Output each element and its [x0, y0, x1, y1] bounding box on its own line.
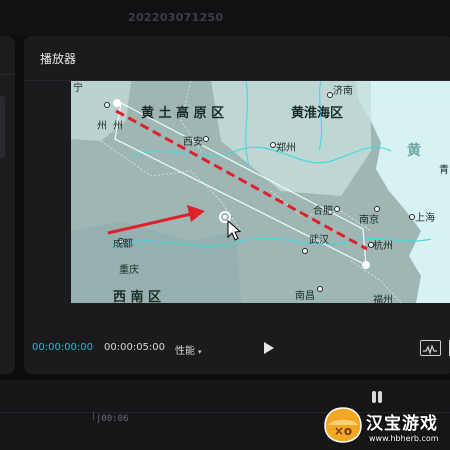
city-label-jinan: 济南	[333, 84, 353, 97]
city-label-wuhan: 武汉	[309, 233, 329, 246]
selection-handle-start[interactable]	[113, 99, 121, 107]
media-panel-thumbnail[interactable]	[0, 96, 5, 158]
ruler-tick	[93, 412, 94, 420]
region-label-loess: 黄 土 高 原 区	[141, 105, 224, 121]
svg-text:×o: ×o	[334, 424, 352, 438]
city-label-yinchuan: 宁	[73, 81, 83, 94]
map-frame: 黄 土 高 原 区 黄淮海区 黄 西 南 区 西安 郑州 济南 成都 重庆 武汉…	[71, 81, 450, 303]
media-panel	[0, 36, 15, 374]
city-label-xining: 州	[97, 120, 107, 132]
city-label-xian: 西安	[183, 135, 203, 148]
current-timecode: 00:00:00:00	[32, 342, 94, 353]
project-title: 202203071250	[128, 11, 224, 24]
play-button[interactable]	[261, 339, 277, 357]
total-timecode: 00:00:05:00	[104, 342, 166, 353]
chevron-down-icon: ▾	[198, 348, 202, 356]
player-panel: 播放器 黄 土 高 原 区 黄淮海区 黄 西 南 区 西安 郑州 济南 成都 重…	[24, 36, 450, 374]
city-label-zhengzhou: 郑州	[276, 141, 296, 154]
region-label-southwest: 西 南 区	[113, 289, 161, 303]
waveform-button[interactable]	[420, 340, 441, 356]
city-label-shanghai: 上海	[415, 211, 435, 224]
video-preview[interactable]: 黄 土 高 原 区 黄淮海区 黄 西 南 区 西安 郑州 济南 成都 重庆 武汉…	[71, 81, 450, 303]
ruler-label: |00:06	[96, 414, 129, 424]
city-label-nanchang: 南昌	[295, 289, 315, 302]
city-label-fuzhou: 福州	[373, 293, 393, 303]
city-label-hangzhou: 杭州	[373, 239, 393, 252]
player-title: 播放器	[40, 52, 77, 66]
top-bar: 202203071250	[0, 0, 450, 36]
watermark: ×o 汉宝游戏 www.hbherb.com	[322, 402, 450, 450]
city-label-hefei: 合肥	[313, 204, 333, 217]
performance-dropdown[interactable]: 性能 ▾	[175, 342, 202, 357]
city-label-nanjing: 南京	[359, 213, 379, 226]
media-panel-header	[0, 36, 15, 75]
play-icon	[264, 342, 274, 354]
sea-label-yellow: 黄	[407, 142, 421, 159]
city-label-chengdu: 成都	[113, 238, 133, 250]
watermark-logo-icon: ×o	[324, 407, 362, 443]
playback-controls: 00:00:00:00 00:00:05:00 性能 ▾	[24, 336, 450, 364]
city-label-qingdao: 青	[439, 163, 449, 176]
watermark-url: www.hbherb.com	[369, 434, 439, 443]
watermark-text: 汉宝游戏	[366, 414, 438, 434]
performance-label: 性能	[175, 346, 195, 357]
city-label-chongqing: 重庆	[119, 263, 139, 276]
waveform-icon	[423, 344, 437, 356]
player-header: 播放器	[24, 36, 450, 81]
selection-handle-end[interactable]	[362, 261, 370, 269]
region-label-huanghuai: 黄淮海区	[291, 105, 343, 121]
city-label-taiyuan: 州	[113, 120, 123, 132]
